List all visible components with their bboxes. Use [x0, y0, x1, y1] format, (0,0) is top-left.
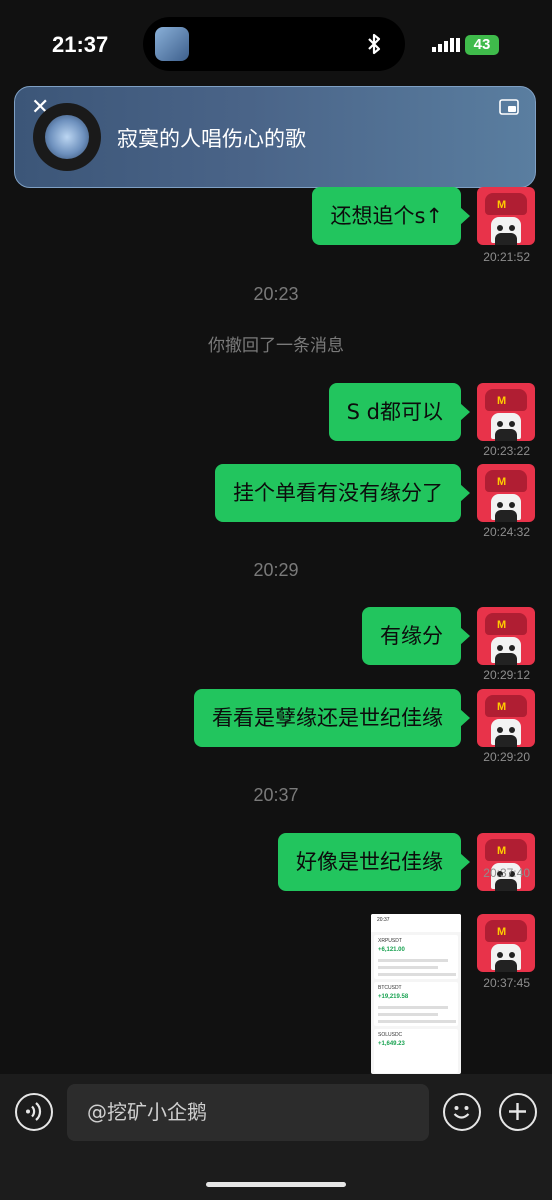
status-time: 21:37	[52, 32, 109, 57]
input-bar: @挖矿小企鹅	[0, 1074, 552, 1200]
picture-in-picture-icon[interactable]	[499, 99, 519, 117]
avatar[interactable]: M	[477, 607, 535, 665]
message-timestamp: 20:29:20	[483, 750, 530, 764]
time-divider: 20:23	[253, 284, 299, 304]
avatar[interactable]: M	[477, 187, 535, 245]
status-bar: 21:37 43	[0, 0, 552, 90]
more-options-button[interactable]	[499, 1093, 537, 1131]
voice-input-button[interactable]	[15, 1093, 53, 1131]
battery-indicator: 43	[465, 35, 499, 55]
emoji-button[interactable]	[443, 1093, 481, 1131]
message-timestamp: 20:37:45	[483, 976, 530, 990]
message-timestamp: 20:29:12	[483, 668, 530, 682]
message-input[interactable]: @挖矿小企鹅	[67, 1084, 429, 1141]
position-pnl: +19,219.58	[378, 994, 409, 1000]
message-bubble[interactable]: 好像是世纪佳缘	[278, 833, 470, 891]
avatar[interactable]: M	[477, 914, 535, 972]
position-pair: SOLUSDC	[378, 1032, 403, 1038]
message-timestamp: 20:24:32	[483, 525, 530, 539]
message-bubble[interactable]: 看看是孽缘还是世纪佳缘	[194, 689, 470, 747]
avatar[interactable]: M	[477, 464, 535, 522]
time-divider: 20:29	[253, 560, 299, 580]
now-playing-artwork	[155, 27, 189, 61]
music-banner[interactable]: ✕ 寂寞的人唱伤心的歌	[14, 86, 536, 188]
time-divider: 20:37	[253, 785, 299, 805]
recall-notice: 你撤回了一条消息	[208, 336, 344, 356]
position-card: BTCUSDT +19,219.58	[374, 982, 458, 1026]
signal-icon	[432, 38, 460, 52]
song-title: 寂寞的人唱伤心的歌	[117, 127, 306, 151]
position-pnl: +1,649.23	[378, 1041, 405, 1047]
message-timestamp: 20:37:40	[483, 866, 530, 880]
position-card: SOLUSDC +1,649.23	[374, 1029, 458, 1073]
message-timestamp: 20:23:22	[483, 444, 530, 458]
avatar[interactable]: M	[477, 833, 535, 891]
bluetooth-icon	[368, 33, 381, 55]
position-pair: XRPUSDT	[378, 938, 402, 944]
avatar[interactable]: M	[477, 689, 535, 747]
position-pnl: +6,121.00	[378, 947, 405, 953]
message-bubble[interactable]: S d都可以	[328, 383, 471, 441]
position-pair: BTCUSDT	[378, 985, 402, 991]
voice-icon	[26, 1102, 42, 1121]
plus-icon	[509, 1103, 526, 1120]
position-card: XRPUSDT +6,121.00	[374, 935, 458, 979]
home-indicator[interactable]	[206, 1182, 346, 1187]
album-disc	[33, 103, 101, 171]
screenshot-clock: 20:37	[377, 917, 390, 923]
image-message[interactable]: 20:37 XRPUSDT +6,121.00 BTCUSDT +19,219.…	[371, 914, 461, 1074]
emoji-icon	[453, 1106, 470, 1119]
message-bubble[interactable]: 有缘分	[362, 607, 470, 665]
dynamic-island[interactable]	[143, 17, 405, 71]
album-artwork	[45, 115, 89, 159]
message-bubble[interactable]: 还想追个s↑	[312, 187, 470, 245]
message-timestamp: 20:21:52	[483, 250, 530, 264]
message-bubble[interactable]: 挂个单看有没有缘分了	[215, 464, 470, 522]
avatar[interactable]: M	[477, 383, 535, 441]
